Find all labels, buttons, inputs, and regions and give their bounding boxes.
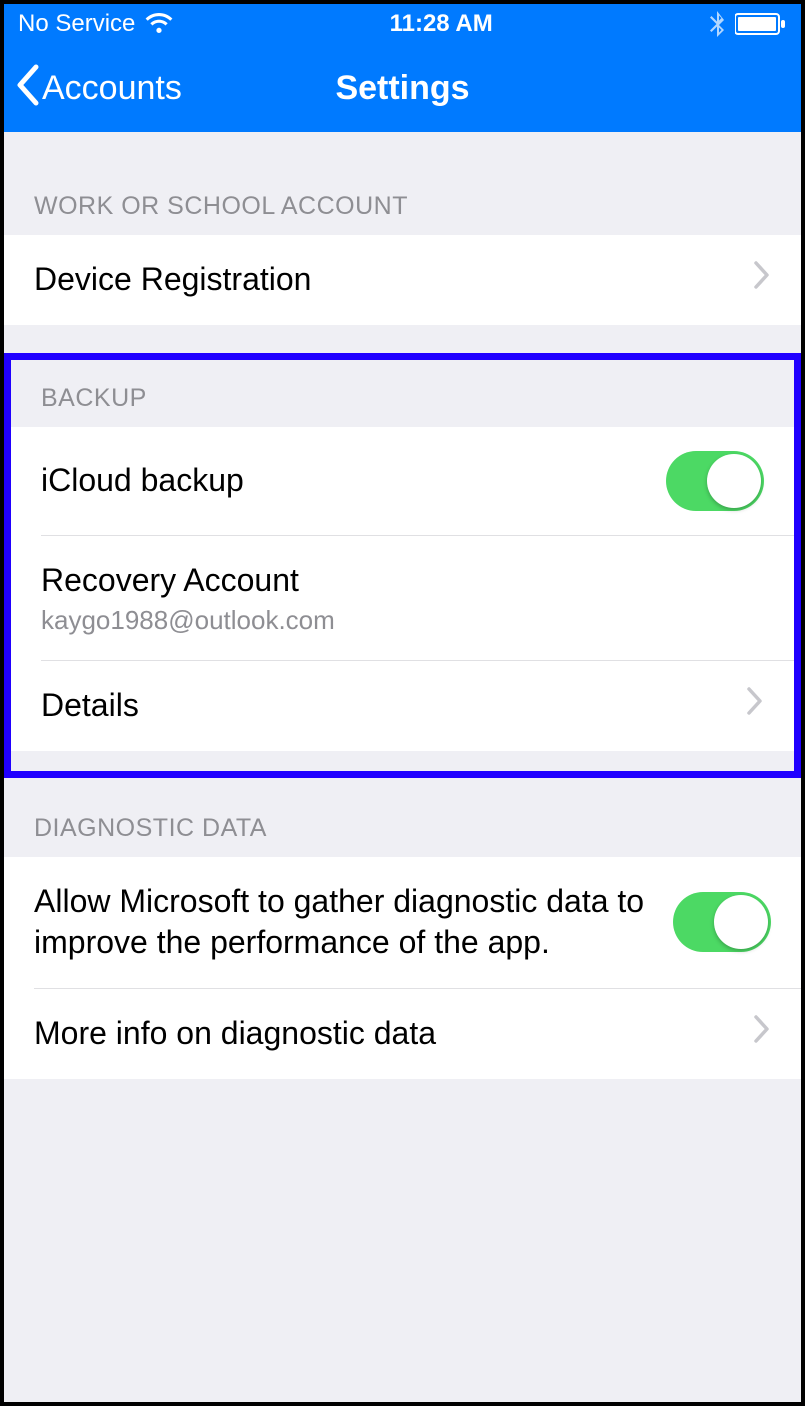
diagnostic-group: Allow Microsoft to gather diagnostic dat… bbox=[4, 857, 801, 1079]
chevron-right-icon bbox=[746, 686, 764, 725]
diagnostic-more-info-row[interactable]: More info on diagnostic data bbox=[4, 989, 801, 1079]
icloud-backup-label: iCloud backup bbox=[41, 460, 666, 502]
icloud-backup-toggle[interactable] bbox=[666, 451, 764, 511]
icloud-backup-row[interactable]: iCloud backup bbox=[11, 427, 794, 535]
status-right bbox=[709, 11, 787, 37]
backup-group: iCloud backup Recovery Account kaygo1988… bbox=[11, 427, 794, 751]
diagnostic-allow-row[interactable]: Allow Microsoft to gather diagnostic dat… bbox=[4, 857, 801, 988]
toggle-knob bbox=[707, 454, 761, 508]
nav-bar: Accounts Settings bbox=[4, 44, 801, 132]
section-header-work-school: WORK OR SCHOOL ACCOUNT bbox=[4, 132, 801, 235]
diagnostic-more-info-label: More info on diagnostic data bbox=[34, 1013, 753, 1055]
back-button[interactable]: Accounts bbox=[4, 63, 182, 114]
recovery-account-label: Recovery Account bbox=[41, 560, 764, 602]
backup-details-label: Details bbox=[41, 685, 746, 727]
section-header-diagnostic: DIAGNOSTIC DATA bbox=[4, 778, 801, 857]
battery-icon bbox=[735, 13, 787, 35]
diagnostic-allow-label: Allow Microsoft to gather diagnostic dat… bbox=[34, 881, 673, 964]
recovery-account-row[interactable]: Recovery Account kaygo1988@outlook.com bbox=[11, 536, 794, 661]
toggle-knob bbox=[714, 895, 768, 949]
chevron-left-icon bbox=[14, 63, 40, 114]
carrier-text: No Service bbox=[18, 10, 135, 38]
work-school-group: Device Registration bbox=[4, 235, 801, 325]
section-header-backup: BACKUP bbox=[11, 360, 794, 427]
clock-text: 11:28 AM bbox=[390, 10, 493, 38]
chevron-right-icon bbox=[753, 260, 771, 299]
backup-details-row[interactable]: Details bbox=[11, 661, 794, 751]
recovery-account-email: kaygo1988@outlook.com bbox=[41, 605, 764, 636]
backup-highlight-box: BACKUP iCloud backup Recovery Account ka… bbox=[4, 353, 801, 778]
status-bar: No Service 11:28 AM bbox=[4, 4, 801, 44]
chevron-right-icon bbox=[753, 1014, 771, 1053]
device-registration-label: Device Registration bbox=[34, 259, 753, 301]
status-left: No Service bbox=[18, 10, 173, 38]
device-frame: No Service 11:28 AM Accounts Settings WO… bbox=[0, 0, 805, 1406]
wifi-icon bbox=[145, 13, 173, 35]
back-label: Accounts bbox=[42, 69, 182, 108]
bluetooth-icon bbox=[709, 11, 725, 37]
diagnostic-toggle[interactable] bbox=[673, 892, 771, 952]
content-area: WORK OR SCHOOL ACCOUNT Device Registrati… bbox=[4, 132, 801, 1402]
device-registration-row[interactable]: Device Registration bbox=[4, 235, 801, 325]
